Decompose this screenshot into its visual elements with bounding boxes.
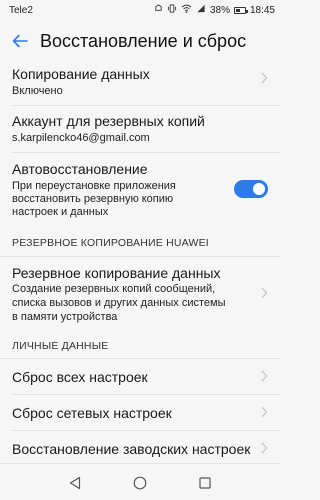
status-bar: Tele2 38% 18:45 [0, 0, 281, 20]
chevron-right-icon [261, 72, 268, 84]
section-header-huawei: РЕЗЕРВНОЕ КОПИРОВАНИЕ HUAWEI [0, 230, 281, 256]
backup-account-item[interactable]: Аккаунт для резервных копий s.karpilenck… [0, 106, 281, 153]
reset-network-settings-item[interactable]: Сброс сетевых настроек [0, 395, 281, 431]
system-navigation-bar [0, 463, 281, 500]
chevron-right-icon [261, 370, 268, 382]
notification-icon [154, 4, 163, 16]
reset-all-settings-item[interactable]: Сброс всех настроек [0, 359, 281, 395]
factory-reset-title: Восстановление заводских настроек [12, 441, 251, 457]
huawei-backup-desc-line-2: списка вызовов и других данных системы [12, 297, 226, 309]
section-title: РЕЗЕРВНОЕ КОПИРОВАНИЕ HUAWEI [12, 237, 209, 249]
page-title: Восстановление и сброс [40, 30, 247, 51]
chevron-right-icon [261, 406, 268, 418]
back-arrow-icon [12, 34, 28, 48]
battery-icon [233, 6, 248, 14]
chevron-right-icon [261, 287, 268, 299]
auto-restore-desc-line-3: настроек и данных [12, 206, 109, 218]
auto-restore-desc-line-2: восстановить резервную копию [12, 193, 174, 205]
triangle-back-icon [69, 476, 81, 490]
huawei-backup-item[interactable]: Резервное копирование данных Создание ре… [0, 257, 281, 332]
copy-data-title: Копирование данных [12, 66, 150, 82]
chevron-right-icon [261, 442, 268, 454]
nav-recents-button[interactable] [195, 473, 215, 493]
auto-restore-toggle[interactable] [234, 180, 268, 198]
nav-back-button[interactable] [65, 473, 85, 493]
backup-account-email: s.karpilencko46@gmail.com [12, 132, 150, 144]
auto-restore-title: Автовосстановление [12, 161, 148, 177]
reset-all-settings-title: Сброс всех настроек [12, 369, 148, 385]
auto-restore-item[interactable]: Автовосстановление При переустановке при… [0, 153, 281, 229]
clock: 18:45 [249, 4, 275, 16]
reset-network-settings-title: Сброс сетевых настроек [12, 405, 172, 421]
huawei-backup-title: Резервное копирование данных [12, 265, 221, 281]
section-title: ЛИЧНЫЕ ДАННЫЕ [12, 340, 109, 352]
signal-icon [196, 4, 206, 16]
back-button[interactable] [0, 20, 40, 62]
battery-percent: 38% [209, 4, 230, 16]
copy-data-status: Включено [12, 85, 63, 97]
nav-home-button[interactable] [130, 473, 150, 493]
circle-home-icon [133, 476, 147, 490]
factory-reset-item[interactable]: Восстановление заводских настроек [0, 431, 281, 463]
auto-restore-desc-line-1: При переустановке приложения [12, 180, 176, 192]
vibrate-icon [167, 4, 177, 16]
app-bar: Восстановление и сброс [0, 20, 281, 62]
wifi-icon [181, 4, 192, 16]
backup-account-title: Аккаунт для резервных копий [12, 113, 205, 129]
carrier-label: Tele2 [9, 4, 33, 16]
copy-data-item[interactable]: Копирование данных Включено [0, 62, 281, 106]
toggle-knob [253, 183, 265, 195]
huawei-backup-desc-line-1: Создание резервных копий сообщений, [12, 283, 216, 295]
huawei-backup-desc-line-3: в памяти устройства [12, 311, 118, 323]
square-recents-icon [199, 477, 211, 489]
section-header-personal: ЛИЧНЫЕ ДАННЫЕ [0, 333, 281, 359]
